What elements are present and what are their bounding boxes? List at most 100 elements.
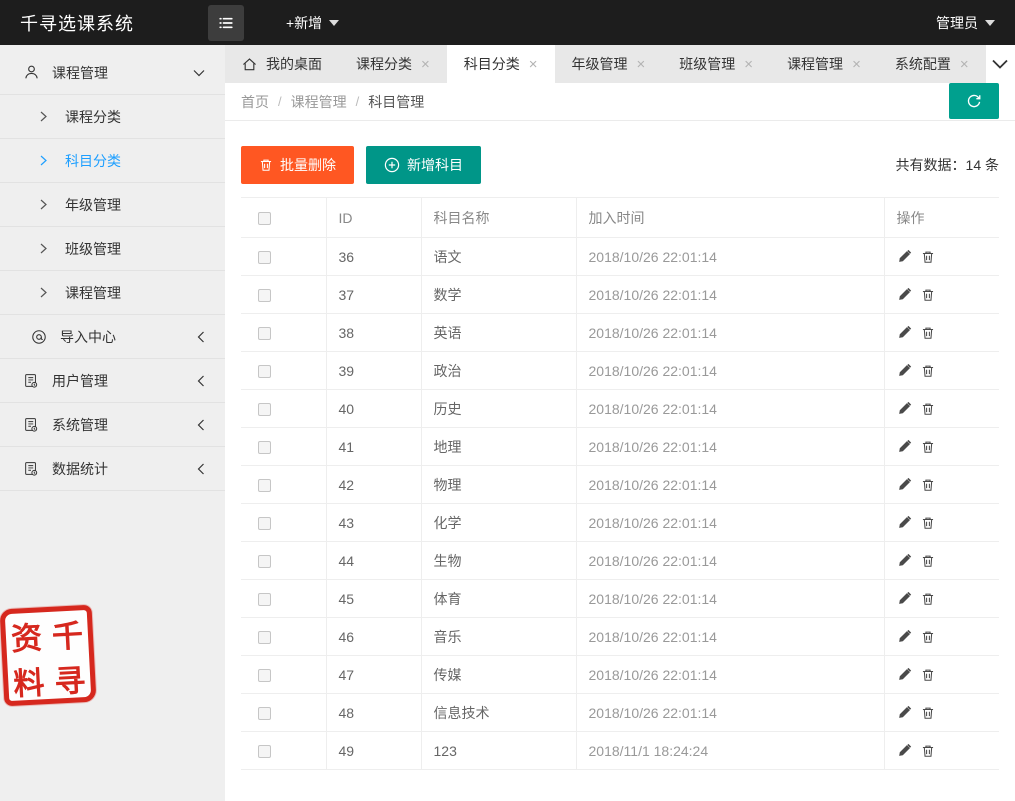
row-checkbox[interactable] — [258, 251, 271, 264]
edit-icon[interactable] — [897, 743, 912, 758]
row-checkbox[interactable] — [258, 593, 271, 606]
quick-add-dropdown[interactable]: +新增 — [286, 13, 339, 33]
row-checkbox[interactable] — [258, 365, 271, 378]
delete-icon[interactable] — [921, 516, 935, 530]
sidebar-item-subject-category[interactable]: 科目分类 — [0, 139, 225, 183]
delete-icon[interactable] — [921, 288, 935, 302]
row-checkbox[interactable] — [258, 517, 271, 530]
delete-icon[interactable] — [921, 250, 935, 264]
row-checkbox[interactable] — [258, 327, 271, 340]
add-subject-button[interactable]: 新增科目 — [366, 146, 481, 184]
breadcrumb-course-management[interactable]: 课程管理 — [291, 92, 347, 112]
select-all-checkbox[interactable] — [258, 212, 271, 225]
row-checkbox[interactable] — [258, 289, 271, 302]
close-icon[interactable]: × — [852, 57, 861, 72]
edit-icon[interactable] — [897, 287, 912, 302]
delete-icon[interactable] — [921, 744, 935, 758]
cell-subject-name: 历史 — [421, 390, 576, 428]
edit-icon[interactable] — [897, 591, 912, 606]
row-checkbox[interactable] — [258, 745, 271, 758]
cell-id: 42 — [326, 466, 421, 504]
close-icon[interactable]: × — [637, 57, 646, 72]
tab-my-desktop[interactable]: 我的桌面 — [225, 45, 339, 83]
table-row: 48 信息技术 2018/10/26 22:01:14 — [241, 694, 999, 732]
user-icon — [22, 64, 40, 82]
tab-label: 科目分类 — [464, 54, 520, 74]
close-icon[interactable]: × — [529, 57, 538, 72]
delete-icon[interactable] — [921, 364, 935, 378]
row-checkbox[interactable] — [258, 669, 271, 682]
chevron-left-icon — [197, 463, 205, 475]
sidebar-group-user-management[interactable]: 用户管理 — [0, 359, 225, 403]
edit-icon[interactable] — [897, 477, 912, 492]
table-row: 41 地理 2018/10/26 22:01:14 — [241, 428, 999, 466]
cell-join-time: 2018/10/26 22:01:14 — [576, 694, 884, 732]
delete-icon[interactable] — [921, 402, 935, 416]
main-area: 我的桌面 课程分类 × 科目分类 × 年级管理 × 班级管理 × 课程管理 × … — [225, 45, 1015, 801]
edit-icon[interactable] — [897, 705, 912, 720]
close-icon[interactable]: × — [744, 57, 753, 72]
row-checkbox[interactable] — [258, 707, 271, 720]
table-row: 49 123 2018/11/1 18:24:24 — [241, 732, 999, 770]
row-checkbox[interactable] — [258, 441, 271, 454]
document-icon — [22, 460, 40, 478]
edit-icon[interactable] — [897, 401, 912, 416]
row-checkbox[interactable] — [258, 631, 271, 644]
delete-icon[interactable] — [921, 668, 935, 682]
sidebar-item-course-category[interactable]: 课程分类 — [0, 95, 225, 139]
batch-delete-button[interactable]: 批量删除 — [241, 146, 354, 184]
edit-icon[interactable] — [897, 515, 912, 530]
cell-subject-name: 化学 — [421, 504, 576, 542]
sidebar-group-import-center[interactable]: 导入中心 — [0, 315, 225, 359]
cell-id: 48 — [326, 694, 421, 732]
table-row: 38 英语 2018/10/26 22:01:14 — [241, 314, 999, 352]
breadcrumb-home[interactable]: 首页 — [241, 92, 269, 112]
tab-course-category[interactable]: 课程分类 × — [339, 45, 447, 83]
sidebar-item-grade-management[interactable]: 年级管理 — [0, 183, 225, 227]
document-icon — [22, 416, 40, 434]
table-row: 44 生物 2018/10/26 22:01:14 — [241, 542, 999, 580]
sidebar-group-course-management[interactable]: 课程管理 — [0, 51, 225, 95]
row-checkbox[interactable] — [258, 403, 271, 416]
close-icon[interactable]: × — [421, 57, 430, 72]
edit-icon[interactable] — [897, 439, 912, 454]
header-actions: 操作 — [884, 198, 999, 238]
tab-class-management[interactable]: 班级管理 × — [662, 45, 770, 83]
edit-icon[interactable] — [897, 667, 912, 682]
delete-icon[interactable] — [921, 326, 935, 340]
delete-icon[interactable] — [921, 630, 935, 644]
sidebar-item-class-management[interactable]: 班级管理 — [0, 227, 225, 271]
cell-id: 45 — [326, 580, 421, 618]
edit-icon[interactable] — [897, 249, 912, 264]
user-menu-dropdown[interactable]: 管理员 — [936, 13, 1015, 33]
tab-course-management[interactable]: 课程管理 × — [770, 45, 878, 83]
delete-icon[interactable] — [921, 440, 935, 454]
edit-icon[interactable] — [897, 363, 912, 378]
cell-subject-name: 信息技术 — [421, 694, 576, 732]
sidebar-toggle-button[interactable] — [208, 5, 244, 41]
edit-icon[interactable] — [897, 629, 912, 644]
row-checkbox[interactable] — [258, 555, 271, 568]
sidebar-group-system-management[interactable]: 系统管理 — [0, 403, 225, 447]
cell-id: 41 — [326, 428, 421, 466]
cell-join-time: 2018/10/26 22:01:14 — [576, 504, 884, 542]
close-icon[interactable]: × — [960, 57, 969, 72]
edit-icon[interactable] — [897, 553, 912, 568]
home-icon — [242, 57, 257, 72]
sidebar-item-course-management[interactable]: 课程管理 — [0, 271, 225, 315]
row-checkbox[interactable] — [258, 479, 271, 492]
delete-icon[interactable] — [921, 592, 935, 606]
edit-icon[interactable] — [897, 325, 912, 340]
chevron-right-icon — [40, 287, 47, 298]
cell-join-time: 2018/10/26 22:01:14 — [576, 618, 884, 656]
delete-icon[interactable] — [921, 478, 935, 492]
refresh-button[interactable] — [949, 83, 999, 119]
sidebar-group-data-statistics[interactable]: 数据统计 — [0, 447, 225, 491]
tab-grade-management[interactable]: 年级管理 × — [555, 45, 663, 83]
delete-icon[interactable] — [921, 706, 935, 720]
tab-subject-category[interactable]: 科目分类 × — [447, 45, 555, 83]
tab-overflow-button[interactable] — [986, 45, 1015, 83]
seal-char: 资 — [5, 612, 48, 659]
tab-system-config[interactable]: 系统配置 × — [878, 45, 986, 83]
delete-icon[interactable] — [921, 554, 935, 568]
